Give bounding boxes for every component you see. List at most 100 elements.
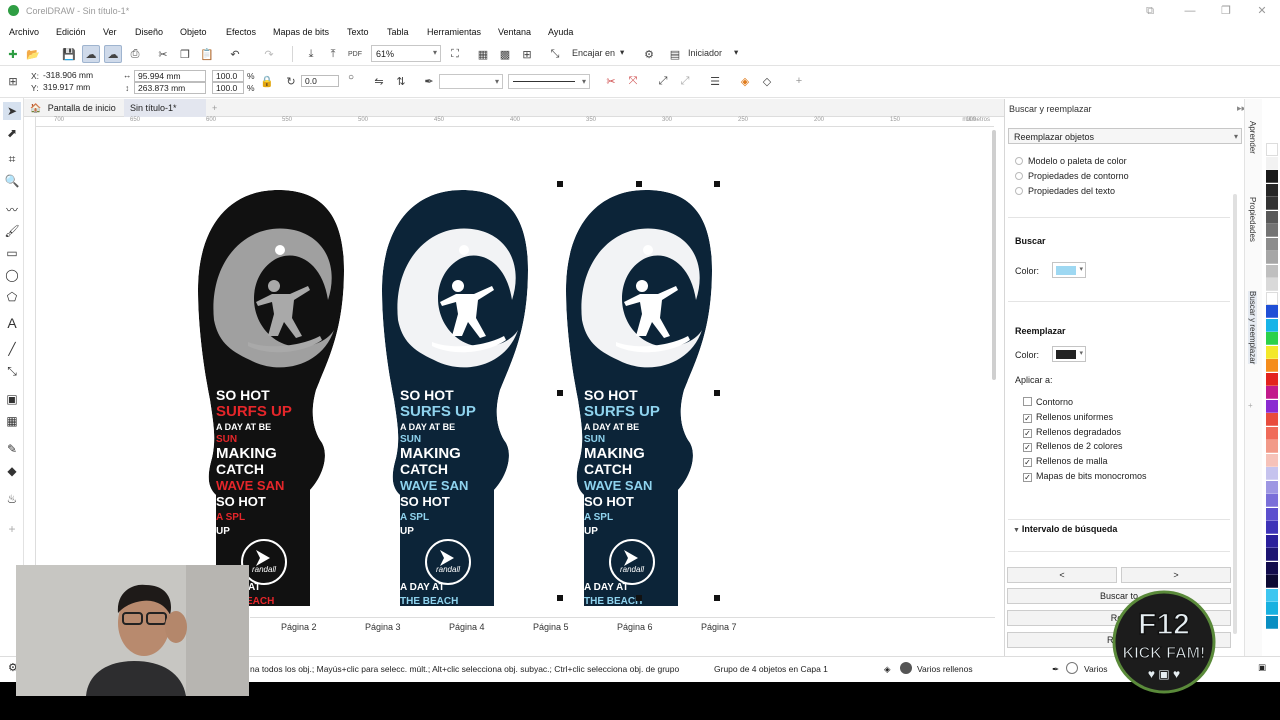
apply-checkbox-row[interactable]: ✓ Rellenos de malla [1023,456,1108,468]
color-proof-icon[interactable]: ▣ [1258,662,1266,673]
page-tab[interactable]: Página 4 [449,622,485,632]
polygon-tool-icon[interactable]: ⬠ [3,288,21,306]
mirror-vertical-icon[interactable]: ⇅ [392,72,410,90]
close-button[interactable]: ✕ [1244,2,1280,20]
checkbox-icon[interactable]: ✓ [1023,428,1032,438]
palette-swatch[interactable] [1266,237,1278,251]
mirror-horizontal-icon[interactable]: ⇋ [370,72,388,90]
palette-swatch[interactable] [1266,156,1278,170]
rectangle-tool-icon[interactable]: ▭ [3,244,21,262]
import-icon[interactable]: ⤓ [302,45,320,63]
palette-swatch[interactable] [1266,345,1278,359]
palette-swatch[interactable] [1266,197,1278,210]
break-apart-icon[interactable]: ✂ [602,72,620,90]
add-tab-icon[interactable]: + [206,99,223,117]
publish-pdf-icon[interactable]: PDF [346,45,364,63]
palette-swatch[interactable] [1266,170,1278,183]
line-style-select[interactable]: ▾ [508,74,590,89]
page-tab[interactable]: Página 2 [281,622,317,632]
artistic-media-icon[interactable]: 🖌 [3,222,21,240]
height-field[interactable]: 263.873 mm [134,82,206,94]
align-distribute-icon[interactable]: ☰ [706,72,724,90]
sandal-design[interactable]: SO HOTSURFS UPA DAY AT BESUNMAKINGCATCHW… [382,190,528,640]
menu-ver[interactable]: Ver [103,27,117,37]
apply-checkbox-row[interactable]: ✓ Rellenos uniformes [1023,412,1113,423]
rotation-icon[interactable]: ↻ [282,72,300,90]
undo-icon[interactable]: ↶ [226,45,244,63]
palette-swatch[interactable] [1266,561,1278,575]
palette-swatch[interactable] [1266,251,1278,264]
palette-swatch[interactable] [1266,143,1278,156]
palette-swatch[interactable] [1266,615,1278,629]
palette-swatch[interactable] [1266,548,1278,561]
combine-icon[interactable]: ⤧ [624,72,642,90]
palette-swatch[interactable] [1266,359,1278,372]
dock-tab-find-replace[interactable]: Buscar y reemplazar [1248,291,1257,365]
interactive-fill-icon[interactable]: ◆ [3,462,21,480]
pick-tool-icon[interactable]: ➤ [3,102,21,120]
show-rulers-icon[interactable]: ▦ [474,45,492,63]
canvas-vertical-scrollbar[interactable] [992,130,996,380]
redo-icon[interactable]: ↷ [260,45,278,63]
add-icon[interactable]: + [790,72,808,90]
palette-swatch[interactable] [1266,521,1278,534]
drawing-canvas[interactable]: SO HOT SURFS UP A DAY AT BE SUN MAKING CATCH W… [36,128,994,640]
shape-tool-icon[interactable]: ⬈ [3,124,21,142]
scale-x-field[interactable]: 100.0 [212,70,244,82]
restore-panel-icon[interactable]: ⧉ [1132,2,1168,20]
checkbox-icon[interactable] [1023,397,1032,406]
palette-swatch[interactable] [1266,480,1278,494]
checkbox-icon[interactable]: ✓ [1023,413,1032,423]
menu-ventana[interactable]: Ventana [498,27,531,37]
palette-swatch[interactable] [1266,372,1278,386]
menu-diseno[interactable]: Diseño [135,27,163,37]
outline-width-select[interactable]: ▾ [439,74,503,89]
palette-swatch[interactable] [1266,494,1278,507]
maximize-button[interactable]: ❐ [1208,2,1244,20]
palette-swatch[interactable] [1266,413,1278,426]
option-color-model[interactable]: Modelo o paleta de color [1015,156,1127,166]
x-position-field[interactable]: -318.906 mm [40,70,116,82]
add-docker-icon[interactable]: + [1248,401,1253,410]
palette-swatch[interactable] [1266,440,1278,453]
freehand-tool-icon[interactable]: 〰 [3,200,21,218]
application-launcher-icon[interactable]: ▤ [666,45,684,63]
blend-tool-icon[interactable]: ⤡ [3,362,21,380]
show-grid-icon[interactable]: ▩ [496,45,514,63]
new-document-icon[interactable]: ✚ [4,45,22,63]
find-next-button[interactable]: > [1121,567,1231,583]
dock-tab-learn[interactable]: Aprender [1248,121,1257,154]
ellipse-tool-icon[interactable]: ◯ [3,266,21,284]
apply-checkbox-row[interactable]: ✓ Mapas de bits monocromos [1023,471,1147,482]
checkbox-icon[interactable]: ✓ [1023,473,1032,482]
search-range-header[interactable]: ▼ Intervalo de búsqueda [1013,524,1117,534]
drop-shadow-icon[interactable]: ▣ [3,390,21,408]
find-previous-button[interactable]: < [1007,567,1117,583]
palette-swatch[interactable] [1266,602,1278,615]
menu-herramientas[interactable]: Herramientas [427,27,481,37]
outline-pen-icon[interactable]: ✒ [420,72,438,90]
crop-tool-icon[interactable]: ⌗ [3,150,21,168]
connector-tool-icon[interactable]: ╱ [3,340,21,358]
palette-swatch[interactable] [1266,264,1278,278]
page-tab[interactable]: Página 3 [365,622,401,632]
palette-swatch[interactable] [1266,183,1278,197]
lock-ratio-icon[interactable]: 🔒 [258,72,276,90]
tab-home[interactable]: 🏠 Pantalla de inicio [24,99,122,117]
palette-swatch[interactable] [1266,305,1278,318]
menu-edicion[interactable]: Edición [56,27,86,37]
palette-swatch[interactable] [1266,588,1278,602]
options-gear-icon[interactable]: ⚙ [640,45,658,63]
palette-swatch[interactable] [1266,534,1278,548]
paste-icon[interactable]: 📋 [198,45,216,63]
text-tool-icon[interactable]: A [3,314,21,332]
palette-swatch[interactable] [1266,291,1278,305]
sandal-design[interactable]: SO HOTSURFS UPA DAY AT BESUNMAKINGCATCHW… [566,190,712,640]
apply-checkbox-row[interactable]: ✓ Rellenos degradados [1023,427,1121,438]
menu-efectos[interactable]: Efectos [226,27,256,37]
menu-texto[interactable]: Texto [347,27,369,37]
eyedropper-tool-icon[interactable]: ✎ [3,440,21,458]
palette-swatch[interactable] [1266,399,1278,413]
palette-swatch[interactable] [1266,318,1278,332]
width-field[interactable]: 95.994 mm [134,70,206,82]
